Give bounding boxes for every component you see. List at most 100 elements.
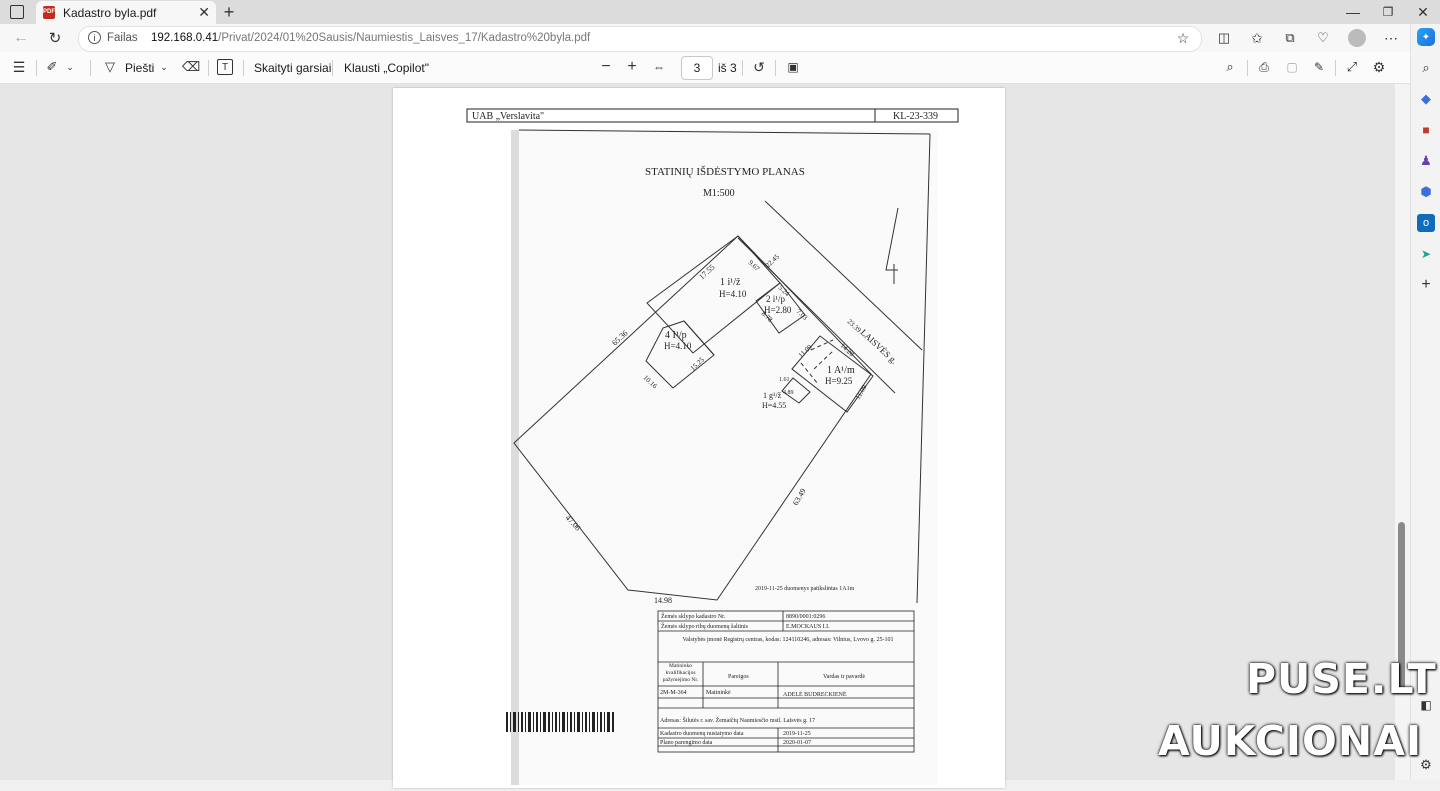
header-company: UAB „Verslavita" bbox=[472, 111, 544, 122]
save-icon[interactable]: ▢ bbox=[1284, 59, 1300, 75]
close-window-icon[interactable]: ✕ bbox=[1414, 3, 1432, 21]
url-path: /Privat/2024/01%20Sausis/Naumiestis_Lais… bbox=[218, 32, 591, 44]
microsoft-365-icon[interactable]: ⬢ bbox=[1417, 183, 1435, 201]
divider bbox=[36, 60, 37, 76]
building-label: 1 g¹/ž bbox=[763, 391, 782, 400]
draw-button[interactable]: Piešti bbox=[125, 61, 154, 75]
zoom-out-icon[interactable]: − bbox=[598, 58, 614, 76]
watermark-line1: PUSE.LT bbox=[1246, 655, 1437, 703]
tab-bar: PDF Kadastro byla.pdf ✕ + — ❐ ✕ bbox=[0, 0, 1440, 24]
dimension-label: 1.61 bbox=[779, 377, 790, 383]
ask-copilot-button[interactable]: Klausti „Copilot" bbox=[344, 61, 429, 75]
divider bbox=[775, 60, 776, 76]
chevron-down-icon[interactable]: ⌄ bbox=[64, 60, 76, 74]
watermark-line2: AUKCIONAI bbox=[1158, 717, 1423, 765]
tab-actions-icon[interactable] bbox=[10, 5, 24, 19]
more-menu-icon[interactable]: ⋯ bbox=[1382, 29, 1400, 47]
building-height: H=4.55 bbox=[762, 401, 786, 410]
collections-icon[interactable]: ⧉ bbox=[1281, 29, 1299, 47]
building-label: 2 i¹/p bbox=[766, 294, 785, 304]
text-box-icon[interactable]: T bbox=[217, 59, 233, 75]
building-height: H=9.25 bbox=[825, 376, 853, 386]
favorites-icon[interactable]: ✩ bbox=[1248, 29, 1266, 47]
pdf-file-icon: PDF bbox=[43, 6, 55, 19]
name-label: Vardas ir pavardė bbox=[823, 674, 865, 680]
fit-page-icon[interactable]: ⇔ bbox=[651, 59, 667, 75]
position-label: Pareigos bbox=[728, 674, 749, 680]
plan-note: 2019-11-25 duomenys patikslintas 1A1m bbox=[755, 586, 855, 592]
data-date: 2019-11-25 bbox=[783, 731, 811, 737]
page-view-icon[interactable]: ▣ bbox=[785, 59, 801, 75]
tab-title: Kadastro byla.pdf bbox=[63, 6, 157, 20]
outlook-icon[interactable]: o bbox=[1417, 214, 1435, 232]
page-total-label: iš 3 bbox=[718, 61, 737, 75]
plan-date-label: Plano parengimo data bbox=[660, 740, 713, 746]
pdf-toolbar: ☰ ✐ ⌄ ▽ Piešti ⌄ ⌫ T Skaityti garsiai Kl… bbox=[0, 52, 1410, 84]
read-aloud-button[interactable]: Skaityti garsiai bbox=[254, 61, 331, 75]
search-icon[interactable]: ⌕ bbox=[1222, 59, 1238, 75]
divider bbox=[1335, 60, 1336, 76]
building-label: 4 I¹/p bbox=[665, 330, 687, 341]
save-as-icon[interactable]: ✎ bbox=[1311, 59, 1327, 75]
chevron-down-icon[interactable]: ⌄ bbox=[158, 60, 170, 74]
url-host: 192.168.0.41 bbox=[151, 32, 219, 44]
data-date-label: Kadastro duomenų nustatymo data bbox=[660, 731, 744, 737]
new-tab-icon[interactable]: + bbox=[220, 2, 238, 22]
divider bbox=[208, 60, 209, 76]
games-icon[interactable]: ♟ bbox=[1417, 152, 1435, 170]
registry-text: Valstybės įmonė Registrų centras, kodas:… bbox=[682, 637, 894, 643]
zoom-in-icon[interactable]: + bbox=[624, 58, 640, 76]
dimension-label: 14.98 bbox=[654, 596, 672, 605]
building-height: H=4.10 bbox=[719, 289, 747, 299]
print-icon[interactable]: ⎙ bbox=[1256, 59, 1272, 75]
minimize-icon[interactable]: — bbox=[1344, 3, 1362, 21]
back-icon[interactable]: ← bbox=[12, 29, 30, 47]
divider bbox=[90, 60, 91, 76]
object-address: Adresas: Šilutės r. sav. Žemaičių Naumie… bbox=[660, 716, 815, 724]
copilot-icon[interactable]: ✦ bbox=[1417, 28, 1435, 46]
tab-kadastro[interactable]: PDF Kadastro byla.pdf ✕ bbox=[36, 1, 216, 24]
shopping-tag-icon[interactable]: ◆ bbox=[1417, 90, 1435, 108]
qualification-no: 2M-M-364 bbox=[660, 690, 687, 696]
plan-drawing: UAB „Verslavita" KL-23-339 STATINIŲ IŠDĖ… bbox=[466, 108, 959, 785]
plan-title: STATINIŲ IŠDĖSTYMO PLANAS bbox=[645, 166, 805, 178]
divider bbox=[243, 60, 244, 76]
add-sidebar-icon[interactable]: + bbox=[1417, 276, 1435, 294]
building-label: 1 A¹/m bbox=[827, 365, 855, 376]
url-field[interactable]: i Failas 192.168.0.41/Privat/2024/01%20S… bbox=[78, 26, 1202, 52]
file-scheme-label: Failas bbox=[107, 32, 138, 44]
page-number-input[interactable]: 3 bbox=[681, 56, 713, 80]
plan-date: 2020-01-07 bbox=[783, 740, 811, 746]
refresh-icon[interactable]: ↻ bbox=[46, 29, 64, 47]
draw-icon[interactable]: ▽ bbox=[102, 59, 118, 75]
url-text: 192.168.0.41/Privat/2024/01%20Sausis/Nau… bbox=[151, 32, 590, 44]
info-icon[interactable]: i bbox=[88, 31, 101, 44]
tools-briefcase-icon[interactable]: ■ bbox=[1417, 121, 1435, 139]
fullscreen-icon[interactable]: ⤢ bbox=[1344, 59, 1360, 75]
favorite-star-icon[interactable]: ☆ bbox=[1175, 30, 1191, 46]
boundaries-value: E.MOCKAUS I.I. bbox=[786, 624, 830, 630]
contents-list-icon[interactable]: ☰ bbox=[11, 59, 27, 75]
position-value: Matininkė bbox=[706, 690, 731, 696]
search-icon[interactable]: ⌕ bbox=[1417, 59, 1435, 77]
drop-send-icon[interactable]: ➤ bbox=[1417, 245, 1435, 263]
split-screen-icon[interactable]: ◫ bbox=[1215, 29, 1233, 47]
boundaries-label: Žemės sklypo ribų duomenų šaltinis bbox=[661, 622, 749, 630]
parcel-code-label: Žemės sklypo kadastro Nr. bbox=[661, 612, 726, 620]
eraser-icon[interactable]: ⌫ bbox=[182, 59, 200, 75]
settings-gear-icon[interactable]: ⚙ bbox=[1371, 59, 1387, 75]
rotate-icon[interactable]: ↺ bbox=[751, 59, 767, 75]
divider bbox=[1247, 60, 1248, 76]
profile-avatar-icon[interactable] bbox=[1348, 29, 1366, 47]
qualification-label: Matininko kvalifikacijos pažymėjimo Nr. bbox=[662, 663, 699, 683]
restore-icon[interactable]: ❐ bbox=[1379, 3, 1397, 21]
divider bbox=[332, 60, 333, 76]
header-code: KL-23-339 bbox=[893, 111, 938, 122]
barcode bbox=[506, 712, 614, 732]
divider bbox=[742, 60, 743, 76]
close-tab-icon[interactable]: ✕ bbox=[198, 4, 210, 21]
address-bar: ← ↻ i Failas 192.168.0.41/Privat/2024/01… bbox=[0, 24, 1410, 52]
highlight-icon[interactable]: ✐ bbox=[44, 59, 60, 75]
browser-essentials-icon[interactable]: ♡ bbox=[1314, 29, 1332, 47]
surveyor-name: ADELĖ BUDRECKIENĖ bbox=[783, 691, 847, 698]
